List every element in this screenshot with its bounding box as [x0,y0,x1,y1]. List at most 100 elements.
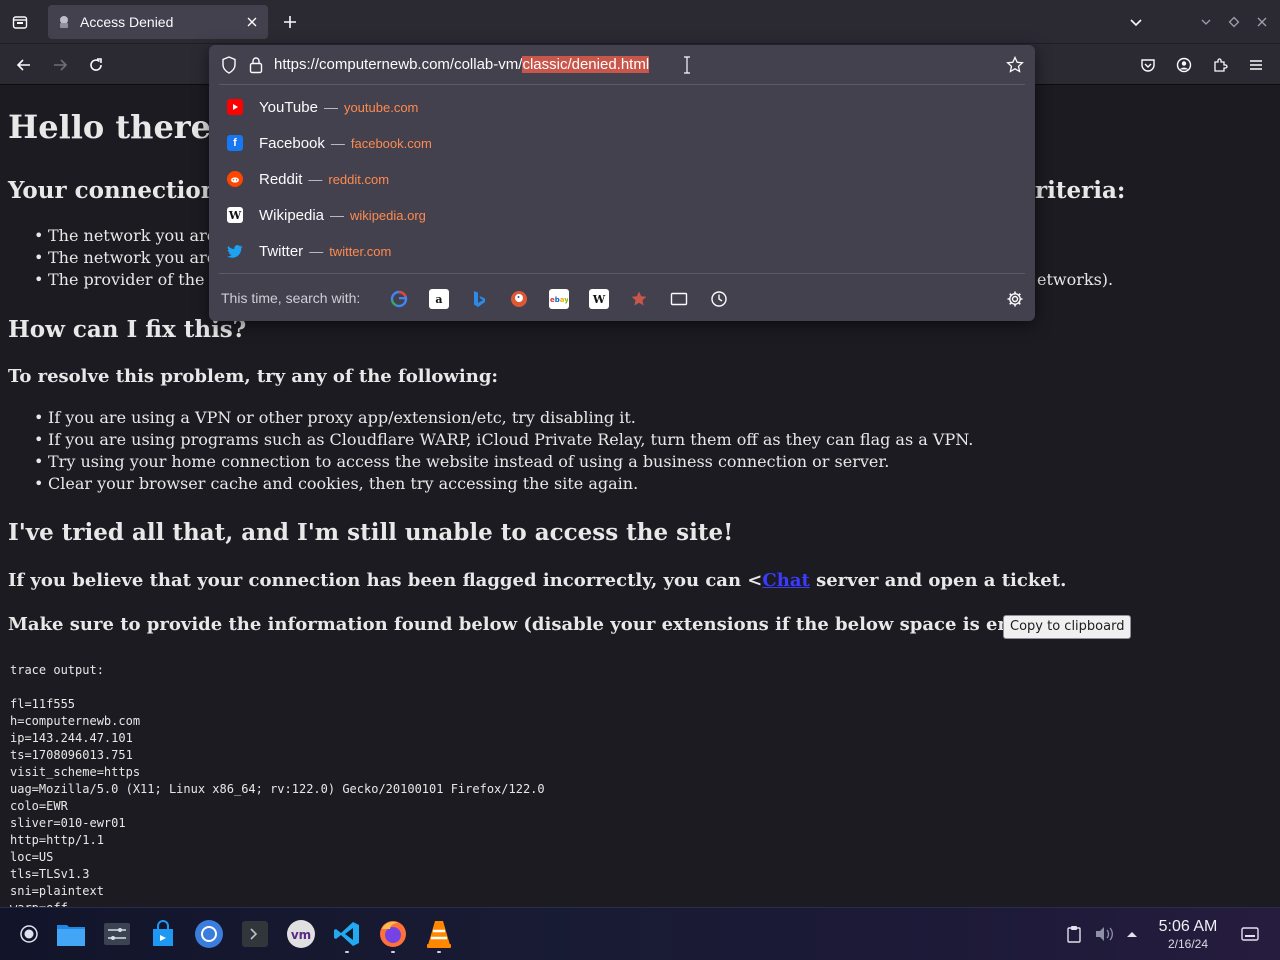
forward-arrow-icon [54,59,68,71]
virt-manager-icon[interactable]: vm [285,918,317,950]
criteria-list: The network you are The network you are … [34,225,220,291]
suggestion-facebook[interactable]: f Facebook — facebook.com [219,125,1025,161]
app-menu-button[interactable] [1241,50,1271,80]
svg-text:ebay: ebay [550,296,568,304]
suggestion-name: Facebook [259,134,325,152]
reload-icon [90,58,102,71]
close-tab-icon[interactable] [240,10,264,34]
flagged-paragraph: If you believe that your connection has … [8,570,1066,591]
list-item: If you are using programs such as Cloudf… [34,429,973,451]
address-bar[interactable]: https://computernewb.com/collab-vm/class… [209,45,1035,85]
clock-date[interactable]: 2/16/24 [1150,937,1226,951]
tab-bar: Access Denied [0,0,1280,44]
running-indicator [345,951,349,953]
plus-icon [284,16,296,28]
fixes-list: If you are using a VPN or other proxy ap… [34,407,973,495]
close-icon [1257,17,1267,27]
history-icon[interactable] [709,289,729,309]
running-indicator [391,951,395,953]
separator-dash: — [308,171,323,187]
reload-button[interactable] [81,50,111,80]
wikipedia-icon: W [227,207,243,223]
bookmark-star-icon[interactable] [1006,55,1024,79]
svg-text:vm: vm [291,928,311,942]
firefox-view-button[interactable] [6,8,34,36]
youtube-icon [227,99,243,115]
pocket-button[interactable] [1133,50,1163,80]
bookmarks-icon[interactable] [629,289,649,309]
list-item: The network you are [34,247,220,269]
flagged-text-before: If you believe that your connection has … [8,570,763,591]
trace-output: trace output: fl=11f555 h=computernewb.c… [10,663,545,907]
minimize-icon [1201,19,1211,25]
suggestion-url: reddit.com [328,171,390,187]
tab-title: Access Denied [80,14,174,30]
facebook-icon: f [227,135,243,151]
divider [219,273,1025,274]
forward-button[interactable] [45,50,75,80]
suggestion-url: youtube.com [343,99,419,115]
suggestion-reddit[interactable]: Reddit — reddit.com [219,161,1025,197]
hamburger-menu-icon [1250,60,1262,70]
suggestion-wikipedia[interactable]: W Wikipedia — wikipedia.org [219,197,1025,233]
twitter-icon [227,243,243,259]
terminal-icon[interactable] [239,918,271,950]
connection-heading-left: Your connection [8,177,218,204]
list-item: The network you are [34,225,220,247]
minimize-button[interactable] [1194,10,1218,34]
tab-favicon-icon [56,14,72,30]
tabs-icon[interactable] [669,289,689,309]
vscode-icon[interactable] [331,918,363,950]
list-item: If you are using a VPN or other proxy ap… [34,407,973,429]
chromium-icon[interactable] [193,918,225,950]
list-all-tabs-button[interactable] [1122,8,1150,36]
list-item: Clear your browser cache and cookies, th… [34,473,973,495]
reddit-icon [227,171,243,187]
account-button[interactable] [1169,50,1199,80]
search-settings-gear-icon[interactable] [1005,289,1025,309]
clipboard-icon[interactable] [1064,924,1084,944]
system-settings-icon[interactable] [101,918,133,950]
tracking-protection-shield-icon[interactable] [221,56,237,79]
duckduckgo-icon[interactable] [509,289,529,309]
file-manager-icon[interactable] [55,918,87,950]
maximize-button[interactable] [1222,10,1246,34]
clock-time[interactable]: 5:06 AM [1150,918,1226,936]
provide-info-text: Make sure to provide the information fou… [8,614,1063,635]
volume-icon[interactable] [1094,924,1114,944]
puzzle-icon [1214,58,1228,72]
divider [219,84,1025,85]
suggestion-youtube[interactable]: YouTube — youtube.com [219,89,1025,125]
app-launcher-icon[interactable] [13,918,45,950]
show-hidden-icons-icon[interactable] [1122,924,1142,944]
amazon-icon[interactable]: a [429,289,449,309]
tab-access-denied[interactable]: Access Denied [48,5,268,39]
show-desktop-icon[interactable] [1240,924,1260,944]
wikipedia-search-icon[interactable]: W [589,289,609,309]
separator-dash: — [330,207,345,223]
chat-link[interactable]: Chat [762,570,809,591]
back-button[interactable] [9,50,39,80]
back-arrow-icon [16,59,30,71]
separator-dash: — [330,135,345,151]
suggestion-twitter[interactable]: Twitter — twitter.com [219,233,1025,269]
connection-heading-right: riteria: [1035,177,1126,204]
copy-to-clipboard-button[interactable]: Copy to clipboard [1003,615,1132,639]
extensions-button[interactable] [1205,50,1235,80]
google-icon[interactable] [389,289,409,309]
bing-icon[interactable] [469,289,489,309]
lock-icon[interactable] [249,56,263,79]
suggestion-url: facebook.com [350,135,432,151]
suggestion-url: twitter.com [329,243,392,259]
ebay-icon[interactable]: ebay [549,289,569,309]
new-tab-button[interactable] [276,8,304,36]
close-window-button[interactable] [1250,10,1274,34]
address-bar-popup: https://computernewb.com/collab-vm/class… [209,45,1035,321]
search-with-label: This time, search with: [221,290,361,306]
url-input[interactable]: https://computernewb.com/collab-vm/class… [274,56,650,73]
discover-store-icon[interactable] [147,918,179,950]
text-cursor-icon [683,56,691,79]
vlc-icon[interactable] [423,918,455,950]
separator-dash: — [323,99,338,115]
firefox-icon[interactable] [377,918,409,950]
